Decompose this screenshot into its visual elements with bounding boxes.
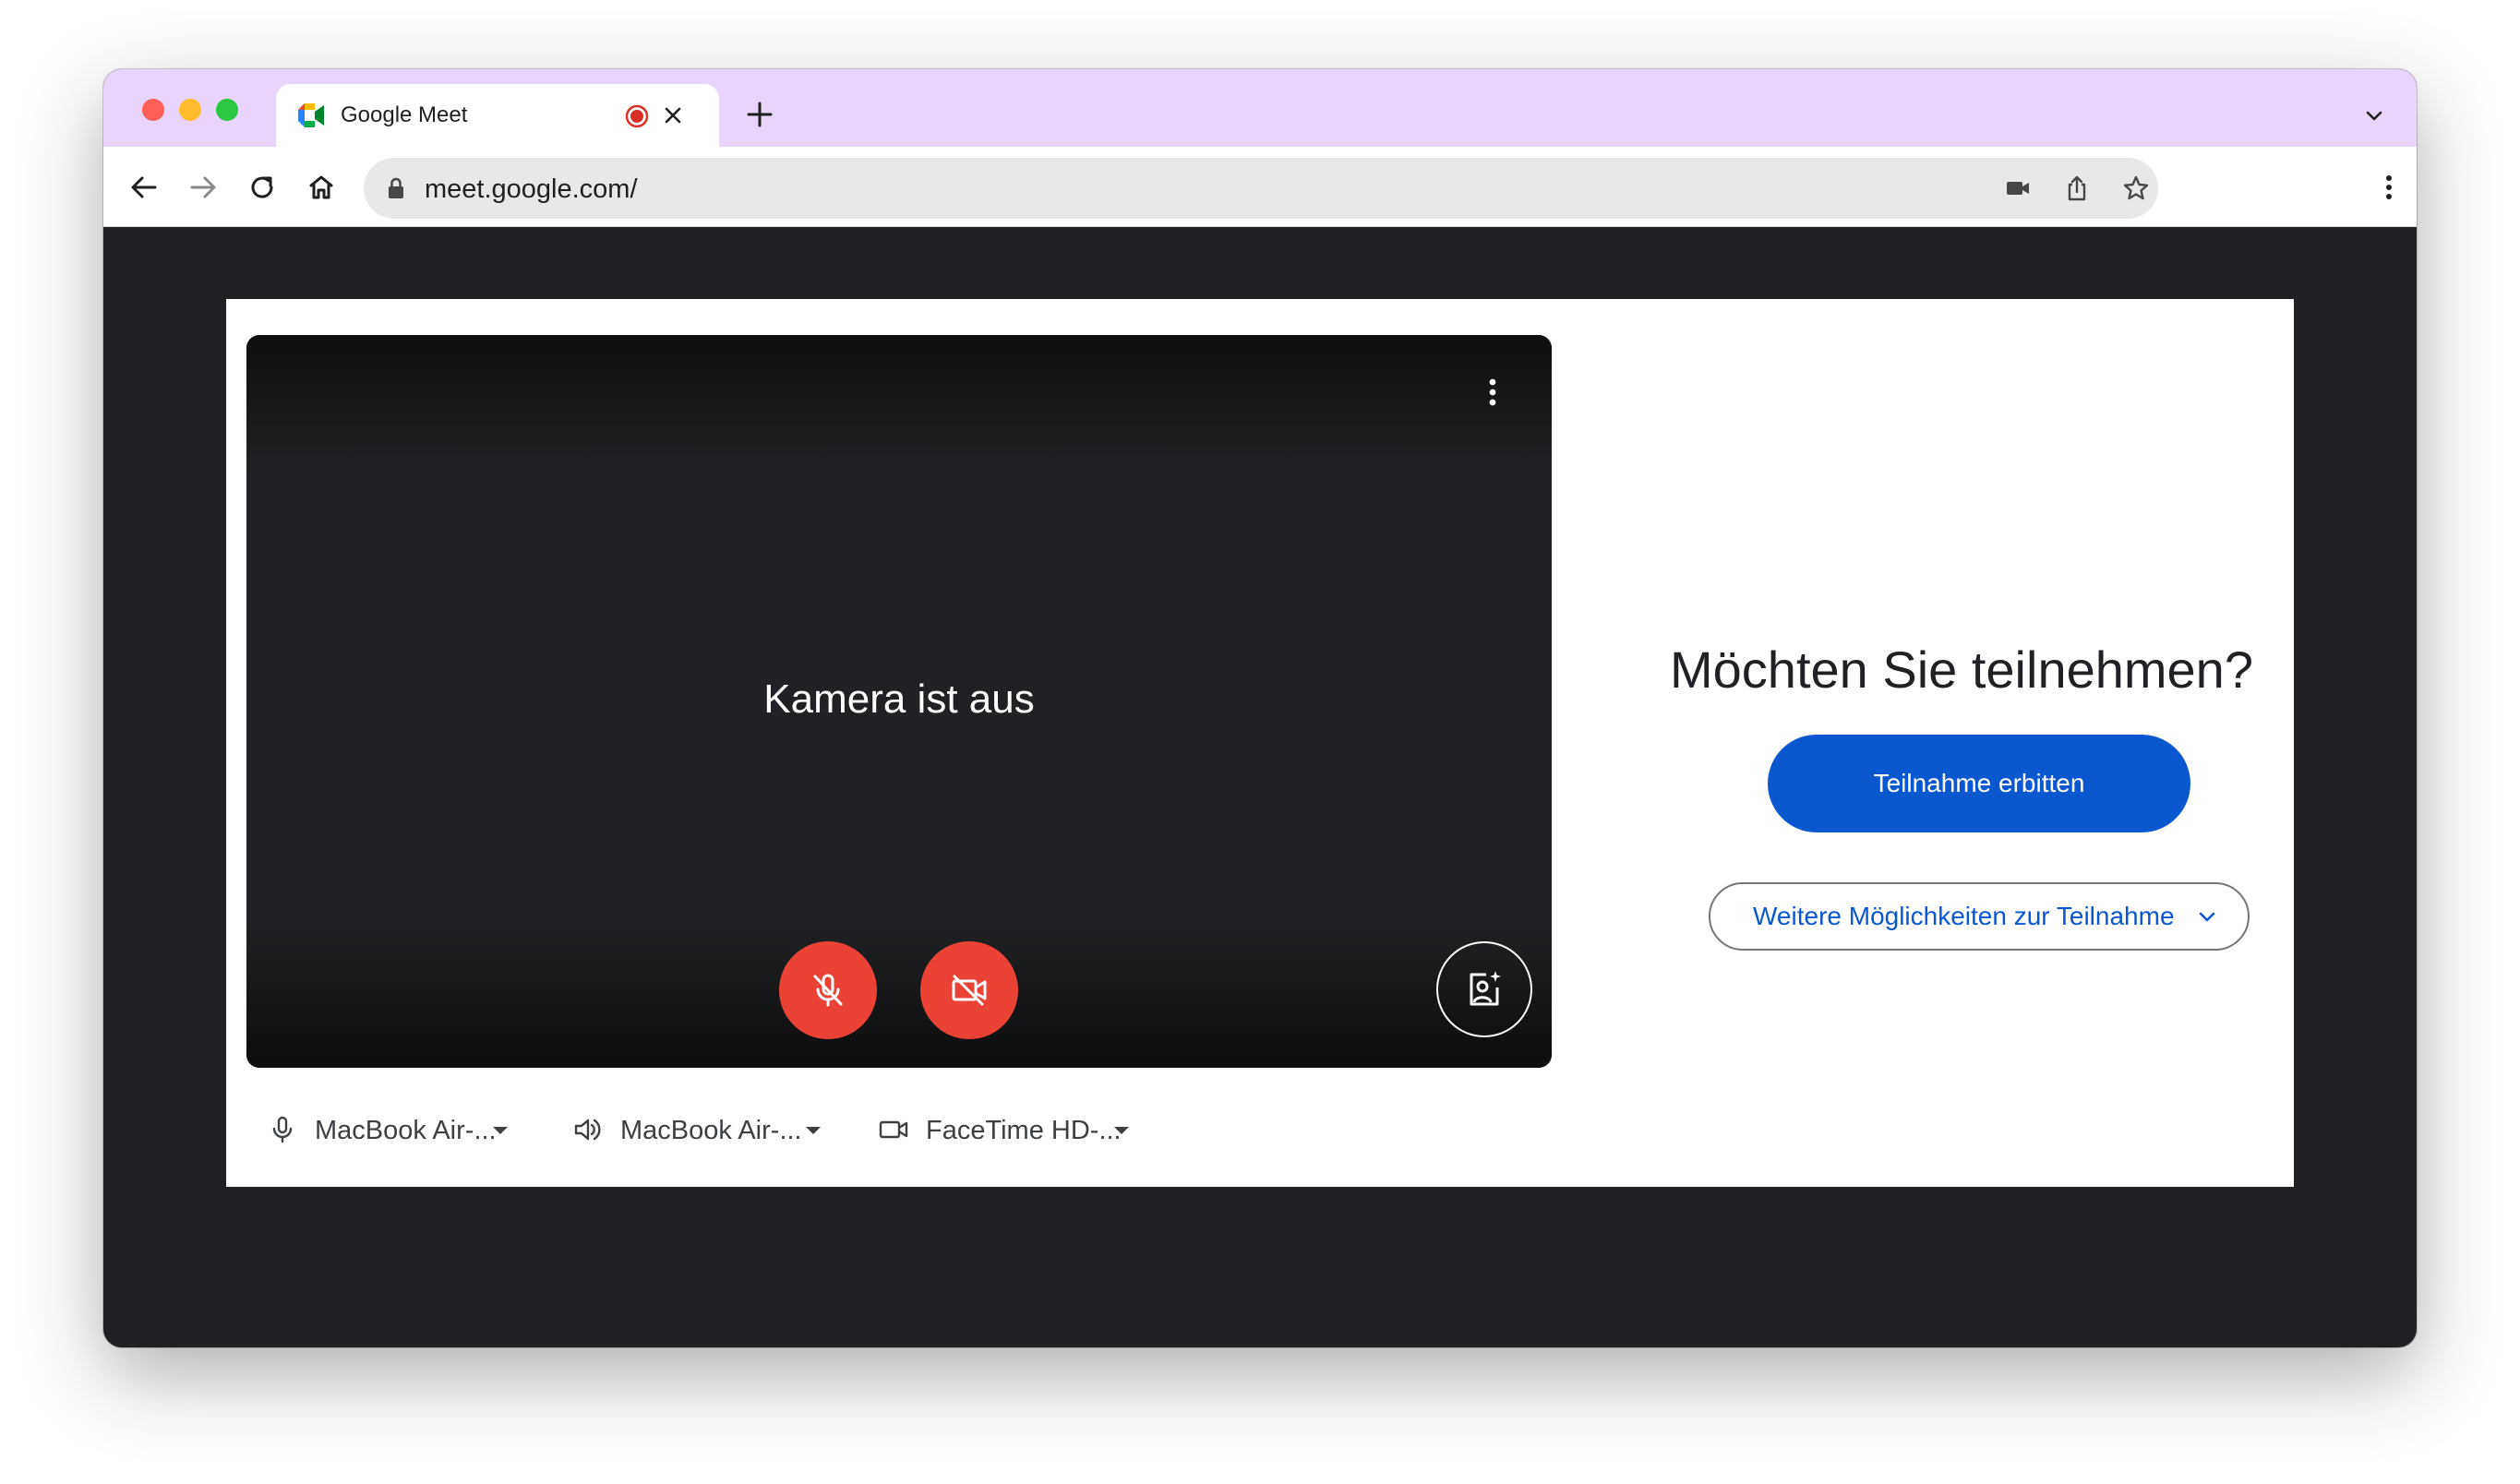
more-join-options-label: Weitere Möglichkeiten zur Teilnahme [1753, 902, 2175, 930]
url-text[interactable]: meet.google.com/ [425, 175, 638, 203]
browser-menu-icon[interactable] [2372, 171, 2406, 204]
home-icon[interactable] [305, 171, 338, 204]
request-join-button[interactable]: Teilnahme erbitten [1768, 735, 2190, 832]
caret-down-icon [806, 1127, 821, 1134]
address-bar[interactable]: meet.google.com/ [364, 158, 2158, 219]
bookmark-star-icon[interactable] [2121, 174, 2151, 203]
chevron-down-icon [2199, 912, 2215, 922]
camera-off-text: Kamera ist aus [763, 676, 1035, 722]
new-tab-icon[interactable] [746, 101, 774, 128]
camera-in-use-icon[interactable] [2003, 174, 2033, 203]
video-bottom-gradient [246, 920, 1552, 1068]
back-arrow-icon[interactable] [127, 171, 161, 204]
speaker-selector[interactable]: MacBook Air-... [572, 1108, 822, 1153]
more-join-options-button[interactable]: Weitere Möglichkeiten zur Teilnahme [1709, 882, 2250, 951]
microphone-toggle-button[interactable] [779, 941, 877, 1039]
lock-icon[interactable] [386, 176, 406, 200]
close-window-button[interactable] [142, 99, 164, 121]
speaker-selector-label: MacBook Air-... [620, 1116, 802, 1145]
close-tab-icon[interactable] [662, 104, 684, 126]
video-camera-icon [879, 1120, 908, 1139]
microphone-selector[interactable]: MacBook Air-... [267, 1108, 508, 1153]
caret-down-icon [1114, 1127, 1129, 1134]
video-preview: Kamera ist aus [246, 335, 1552, 1068]
reload-icon[interactable] [246, 171, 279, 204]
camera-selector[interactable]: FaceTime HD-... [878, 1108, 1136, 1153]
visual-effects-icon [1470, 971, 1501, 1006]
microphone-selector-label: MacBook Air-... [315, 1116, 497, 1145]
visual-effects-button[interactable] [1436, 941, 1532, 1037]
tab-google-meet[interactable]: Google Meet [276, 84, 719, 147]
browser-toolbar: meet.google.com/ [103, 147, 2417, 227]
tab-search-chevron-icon[interactable] [2363, 104, 2385, 126]
recording-indicator-icon [625, 104, 649, 128]
more-options-icon[interactable] [1474, 374, 1511, 411]
caret-down-icon [493, 1127, 508, 1134]
title-bar: Google Meet [103, 69, 2417, 147]
meet-prejoin-panel: Kamera ist aus MacBook Air-... MacBook A… [226, 299, 2294, 1187]
google-meet-icon [298, 103, 324, 127]
forward-arrow-icon[interactable] [186, 171, 220, 204]
maximize-window-button[interactable] [216, 99, 238, 121]
share-icon[interactable] [2062, 174, 2092, 203]
tab-title: Google Meet [341, 102, 468, 127]
camera-off-icon [952, 975, 987, 1006]
microphone-off-icon [813, 974, 843, 1007]
video-top-gradient [246, 335, 1552, 473]
microphone-icon [272, 1116, 293, 1143]
minimize-window-button[interactable] [179, 99, 201, 121]
camera-selector-label: FaceTime HD-... [926, 1116, 1122, 1145]
join-heading: Möchten Sie teilnehmen? [1670, 640, 2253, 699]
camera-toggle-button[interactable] [920, 941, 1018, 1039]
speaker-icon [574, 1119, 601, 1141]
browser-window: Google Meet meet.google.com/ Kamera ist … [103, 69, 2417, 1347]
